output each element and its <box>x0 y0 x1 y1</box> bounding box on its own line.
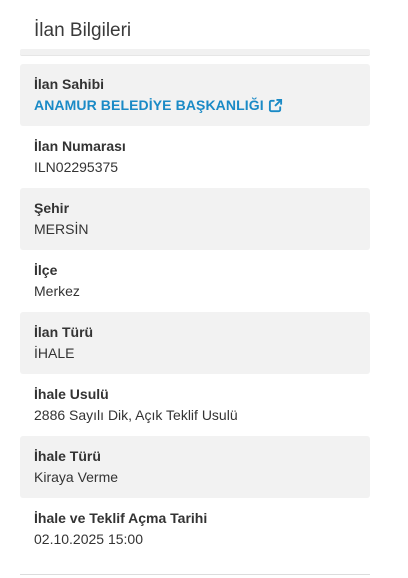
info-row-ilan-turu: İlan Türü İHALE <box>20 312 370 374</box>
info-row-ilce: İlçe Merkez <box>20 250 370 312</box>
info-value: Kiraya Verme <box>34 469 119 485</box>
panel-title: İlan Bilgileri <box>34 20 132 41</box>
title-divider <box>20 49 370 56</box>
info-label: İhale Türü <box>34 448 101 464</box>
info-value: MERSİN <box>34 221 89 237</box>
info-value: 2886 Sayılı Dik, Açık Teklif Usulü <box>34 407 238 423</box>
ilan-sahibi-link-text: ANAMUR BELEDİYE BAŞKANLIĞI <box>34 97 264 113</box>
ilan-sahibi-link[interactable]: ANAMUR BELEDİYE BAŞKANLIĞI <box>34 96 283 114</box>
ilan-bilgileri-panel: İlan Bilgileri İlan Sahibi ANAMUR BELEDİ… <box>20 0 370 560</box>
info-list: İlan Sahibi ANAMUR BELEDİYE BAŞKANLIĞI İ… <box>20 64 370 560</box>
info-label: İhale ve Teklif Açma Tarihi <box>34 510 208 526</box>
info-row-ihale-turu: İhale Türü Kiraya Verme <box>20 436 370 498</box>
bottom-divider <box>20 574 370 575</box>
info-label: İlçe <box>34 262 58 278</box>
info-value: İHALE <box>34 345 75 361</box>
info-label: İlan Türü <box>34 324 94 340</box>
info-label: İlan Numarası <box>34 138 126 154</box>
external-link-icon <box>268 98 282 112</box>
info-label: İlan Sahibi <box>34 76 105 92</box>
info-value: Merkez <box>34 283 80 299</box>
info-value: 02.10.2025 15:00 <box>34 531 143 547</box>
info-row-teklif-acma-tarihi: İhale ve Teklif Açma Tarihi 02.10.2025 1… <box>20 498 370 560</box>
info-row-sehir: Şehir MERSİN <box>20 188 370 250</box>
info-label: İhale Usulü <box>34 386 109 402</box>
info-row-ihale-usulu: İhale Usulü 2886 Sayılı Dik, Açık Teklif… <box>20 374 370 436</box>
info-label: Şehir <box>34 200 70 216</box>
info-row-ilan-numarasi: İlan Numarası ILN02295375 <box>20 126 370 188</box>
info-row-ilan-sahibi: İlan Sahibi ANAMUR BELEDİYE BAŞKANLIĞI <box>20 64 370 126</box>
info-value: ILN02295375 <box>34 159 119 175</box>
